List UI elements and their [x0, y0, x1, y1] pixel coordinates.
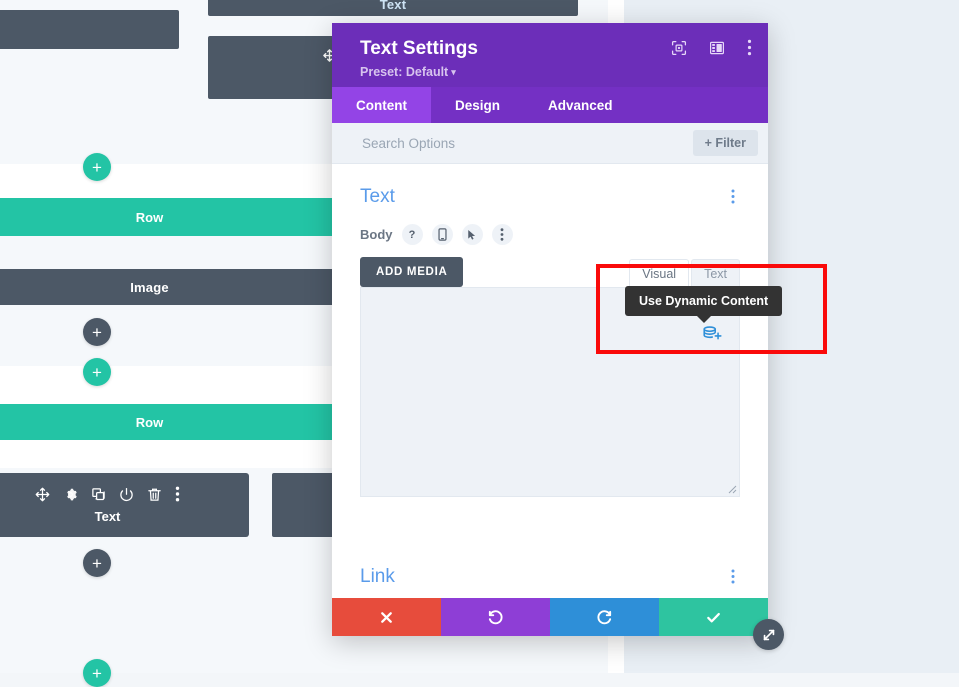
add-module-green-1[interactable]: + [83, 153, 111, 181]
editor-tabs: Visual Text [629, 259, 740, 287]
help-icon[interactable]: ? [402, 224, 423, 245]
body-field-label: Body [360, 227, 393, 242]
section-header-text: Text [360, 164, 740, 208]
module-toolbar-text[interactable]: Text [0, 473, 249, 537]
section-header-link: Link [360, 566, 740, 588]
field-options-icon[interactable] [492, 224, 513, 245]
more-options-icon[interactable] [175, 486, 180, 502]
add-media-button[interactable]: ADD MEDIA [360, 257, 463, 287]
plus-glyph: + [92, 364, 102, 381]
module-image-label: Image [0, 280, 333, 295]
add-module-green-3[interactable]: + [83, 659, 111, 687]
disable-power-icon[interactable] [119, 487, 134, 502]
settings-gear-icon[interactable] [63, 487, 78, 502]
plus-glyph: + [92, 159, 102, 176]
move-icon[interactable] [35, 487, 50, 502]
modal-body: Text Body ? [332, 164, 768, 598]
tab-content[interactable]: Content [332, 87, 431, 123]
expand-resize-button[interactable] [753, 619, 784, 650]
plus-glyph: + [92, 555, 102, 572]
tab-design[interactable]: Design [431, 87, 524, 123]
add-module-dark-2[interactable]: + [83, 549, 111, 577]
section-options-icon[interactable] [726, 189, 740, 205]
row-bar-lower-label: Row [136, 415, 163, 430]
modal-tabs: Content Design Advanced [332, 87, 768, 123]
plus-glyph: + [92, 324, 102, 341]
dynamic-content-database-icon[interactable] [701, 322, 723, 349]
section-title-text: Text [360, 186, 395, 208]
row-bar-upper-label: Row [136, 210, 163, 225]
body-content-textarea[interactable] [360, 287, 740, 497]
modal-header: Text Settings Preset: Default▾ [332, 23, 768, 87]
editor-tab-visual[interactable]: Visual [629, 259, 689, 287]
row-bar-upper[interactable]: Row [0, 198, 333, 236]
modal-footer [332, 598, 768, 636]
section-title-link: Link [360, 566, 395, 588]
preset-label: Preset: Default [360, 65, 448, 79]
add-module-green-2[interactable]: + [83, 358, 111, 386]
chevron-down-icon: ▾ [451, 67, 456, 78]
dynamic-content-tooltip: Use Dynamic Content [625, 286, 782, 316]
redo-button[interactable] [550, 598, 659, 636]
filter-button[interactable]: + Filter [693, 130, 758, 156]
search-input[interactable] [360, 135, 693, 152]
preset-selector[interactable]: Preset: Default▾ [360, 65, 748, 79]
modal-header-icons [671, 39, 752, 61]
delete-trash-icon[interactable] [147, 487, 162, 502]
module-block-left-top[interactable] [0, 10, 179, 49]
textarea-resize-grip[interactable] [725, 482, 737, 494]
save-button[interactable] [659, 598, 768, 636]
body-field-label-row: Body ? [360, 224, 740, 245]
more-options-icon[interactable] [747, 39, 752, 61]
row-bar-lower[interactable]: Row [0, 404, 333, 440]
responsive-phone-icon[interactable] [432, 224, 453, 245]
module-toolbar-icons [35, 486, 180, 502]
add-module-dark-1[interactable]: + [83, 318, 111, 346]
plus-glyph: + [92, 665, 102, 682]
undo-button[interactable] [441, 598, 550, 636]
link-section-options-icon[interactable] [726, 569, 740, 585]
module-block-lower-right[interactable] [272, 473, 340, 537]
cancel-button[interactable] [332, 598, 441, 636]
hover-cursor-icon[interactable] [462, 224, 483, 245]
focus-mode-icon[interactable] [671, 40, 687, 61]
editor-tab-text[interactable]: Text [691, 259, 740, 287]
search-bar: + Filter [332, 123, 768, 164]
editor-toolbar-row: ADD MEDIA Visual Text [360, 257, 740, 287]
panel-layout-icon[interactable] [709, 40, 725, 61]
module-toolbar-label: Text [95, 509, 121, 524]
module-text-top-label: Text [208, 0, 578, 12]
tab-advanced[interactable]: Advanced [524, 87, 637, 123]
duplicate-icon[interactable] [91, 487, 106, 502]
